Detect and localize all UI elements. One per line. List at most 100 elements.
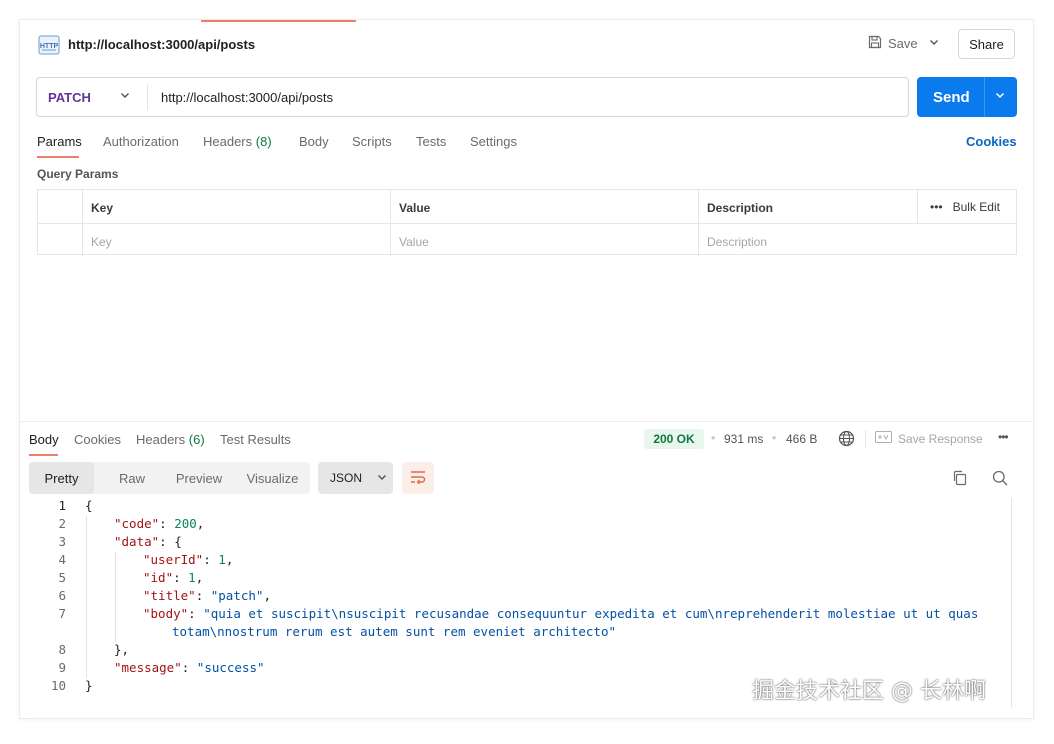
more-icon: ••• (930, 199, 943, 214)
line-number: 5 (58, 570, 66, 585)
json-key: "userId" (143, 552, 204, 567)
code-line: { (85, 498, 93, 513)
watermark: 掘金技术社区 @ 长林啊 (752, 679, 986, 704)
send-button[interactable]: Send (917, 77, 1017, 117)
line-number: 8 (58, 642, 66, 657)
active-tab-underline (37, 156, 79, 158)
chevron-down-icon[interactable] (119, 89, 131, 104)
request-header: HTTP http://localhost:3000/api/posts Sav… (20, 20, 1033, 68)
response-size[interactable]: 466 B (786, 432, 817, 446)
response-time[interactable]: 931 ms (724, 432, 763, 446)
value-input[interactable]: Value (391, 223, 699, 256)
format-pretty[interactable]: Pretty (29, 462, 94, 494)
divider (984, 77, 985, 117)
line-number: 9 (58, 660, 66, 675)
column-header-description: Description (699, 190, 918, 223)
json-key: "data" (114, 534, 160, 549)
tab-test-results[interactable]: Test Results (220, 432, 291, 447)
json-string: totam\nnostrum rerum est autem sunt rem … (172, 624, 617, 639)
chevron-down-icon[interactable] (928, 36, 940, 51)
json-number: 200 (174, 516, 197, 531)
tab-headers[interactable]: Headers (8) (203, 134, 272, 149)
headers-count: (6) (188, 432, 205, 447)
code-line: totam\nnostrum rerum est autem sunt rem … (172, 624, 616, 639)
url-input[interactable]: http://localhost:3000/api/posts (161, 90, 333, 105)
divider (147, 84, 148, 110)
wrap-button[interactable] (402, 462, 434, 494)
save-icon (868, 35, 882, 52)
json-key: "id" (143, 570, 174, 585)
url-bar: PATCH http://localhost:3000/api/posts (36, 77, 909, 117)
row-checkbox[interactable] (38, 223, 83, 256)
tab-tests[interactable]: Tests (416, 134, 446, 149)
code-line: }, (114, 642, 129, 657)
json-key: "body" (143, 606, 189, 621)
line-number: 1 (58, 498, 66, 513)
line-number: 2 (58, 516, 66, 531)
share-button[interactable]: Share (958, 29, 1015, 59)
indent-guide (115, 552, 116, 642)
save-button[interactable]: Save (868, 35, 918, 52)
tab-scripts[interactable]: Scripts (352, 134, 392, 149)
scrollbar[interactable] (1011, 498, 1012, 708)
tab-params[interactable]: Params (37, 134, 82, 149)
line-number: 10 (50, 678, 66, 693)
more-icon[interactable]: ••• (998, 430, 1009, 444)
json-string: "success" (196, 660, 265, 675)
language-label: JSON (330, 471, 363, 485)
query-params-title: Query Params (37, 167, 119, 181)
bulk-edit-label: Bulk Edit (952, 199, 1000, 214)
format-visualize[interactable]: Visualize (235, 462, 310, 494)
line-number: 6 (58, 588, 66, 603)
json-key: "code" (114, 516, 160, 531)
request-name[interactable]: http://localhost:3000/api/posts (68, 37, 255, 52)
method-select[interactable]: PATCH (48, 90, 91, 105)
status-badge[interactable]: 200 OK (644, 429, 704, 449)
cookies-link[interactable]: Cookies (966, 134, 1017, 149)
params-table: Key Value Description ••• Bulk Edit Key … (37, 189, 1018, 256)
line-number: 3 (58, 534, 66, 549)
column-header-key: Key (83, 190, 391, 223)
postman-window: HTTP http://localhost:3000/api/posts Sav… (20, 20, 1033, 718)
tab-authorization[interactable]: Authorization (103, 134, 179, 149)
format-preview[interactable]: Preview (163, 462, 235, 494)
code-line: "title": "patch", (143, 588, 271, 603)
token: { (85, 498, 93, 513)
json-number: 1 (188, 570, 196, 585)
search-icon[interactable] (992, 470, 1008, 489)
separator-dot: • (772, 431, 777, 445)
tab-response-cookies[interactable]: Cookies (74, 432, 121, 447)
json-key: "message" (114, 660, 182, 675)
bulk-edit-button[interactable]: ••• Bulk Edit (918, 190, 1018, 223)
wrap-icon (410, 470, 426, 487)
tab-response-body[interactable]: Body (29, 432, 59, 447)
format-raw[interactable]: Raw (101, 462, 163, 494)
code-line: "body": "quia et suscipit\nsuscipit recu… (143, 606, 979, 621)
code-line: "userId": 1, (143, 552, 234, 567)
language-select[interactable]: JSON (318, 462, 393, 494)
tab-response-headers[interactable]: Headers (6) (136, 432, 205, 447)
chevron-down-icon[interactable] (994, 89, 1006, 104)
save-response-button[interactable]: Save Response (875, 431, 983, 446)
json-key: "title" (143, 588, 196, 603)
chevron-down-icon (376, 471, 388, 486)
key-input[interactable]: Key (83, 223, 391, 256)
active-tab-underline (29, 454, 58, 456)
send-label: Send (933, 89, 970, 106)
line-number: 7 (58, 606, 66, 621)
save-response-icon (875, 431, 892, 446)
pane-divider[interactable] (20, 421, 1033, 422)
code-line: } (85, 678, 93, 693)
code-line: "data": { (114, 534, 182, 549)
checkbox-column (38, 190, 83, 223)
tab-body[interactable]: Body (299, 134, 329, 149)
json-string: "patch" (210, 588, 264, 603)
tab-settings[interactable]: Settings (470, 134, 517, 149)
description-input[interactable]: Description (699, 223, 1016, 256)
token: } (85, 678, 93, 693)
globe-icon[interactable] (838, 430, 855, 450)
token: : { (159, 534, 182, 549)
divider (865, 430, 866, 448)
code-line: "id": 1, (143, 570, 204, 585)
copy-icon[interactable] (952, 470, 968, 489)
